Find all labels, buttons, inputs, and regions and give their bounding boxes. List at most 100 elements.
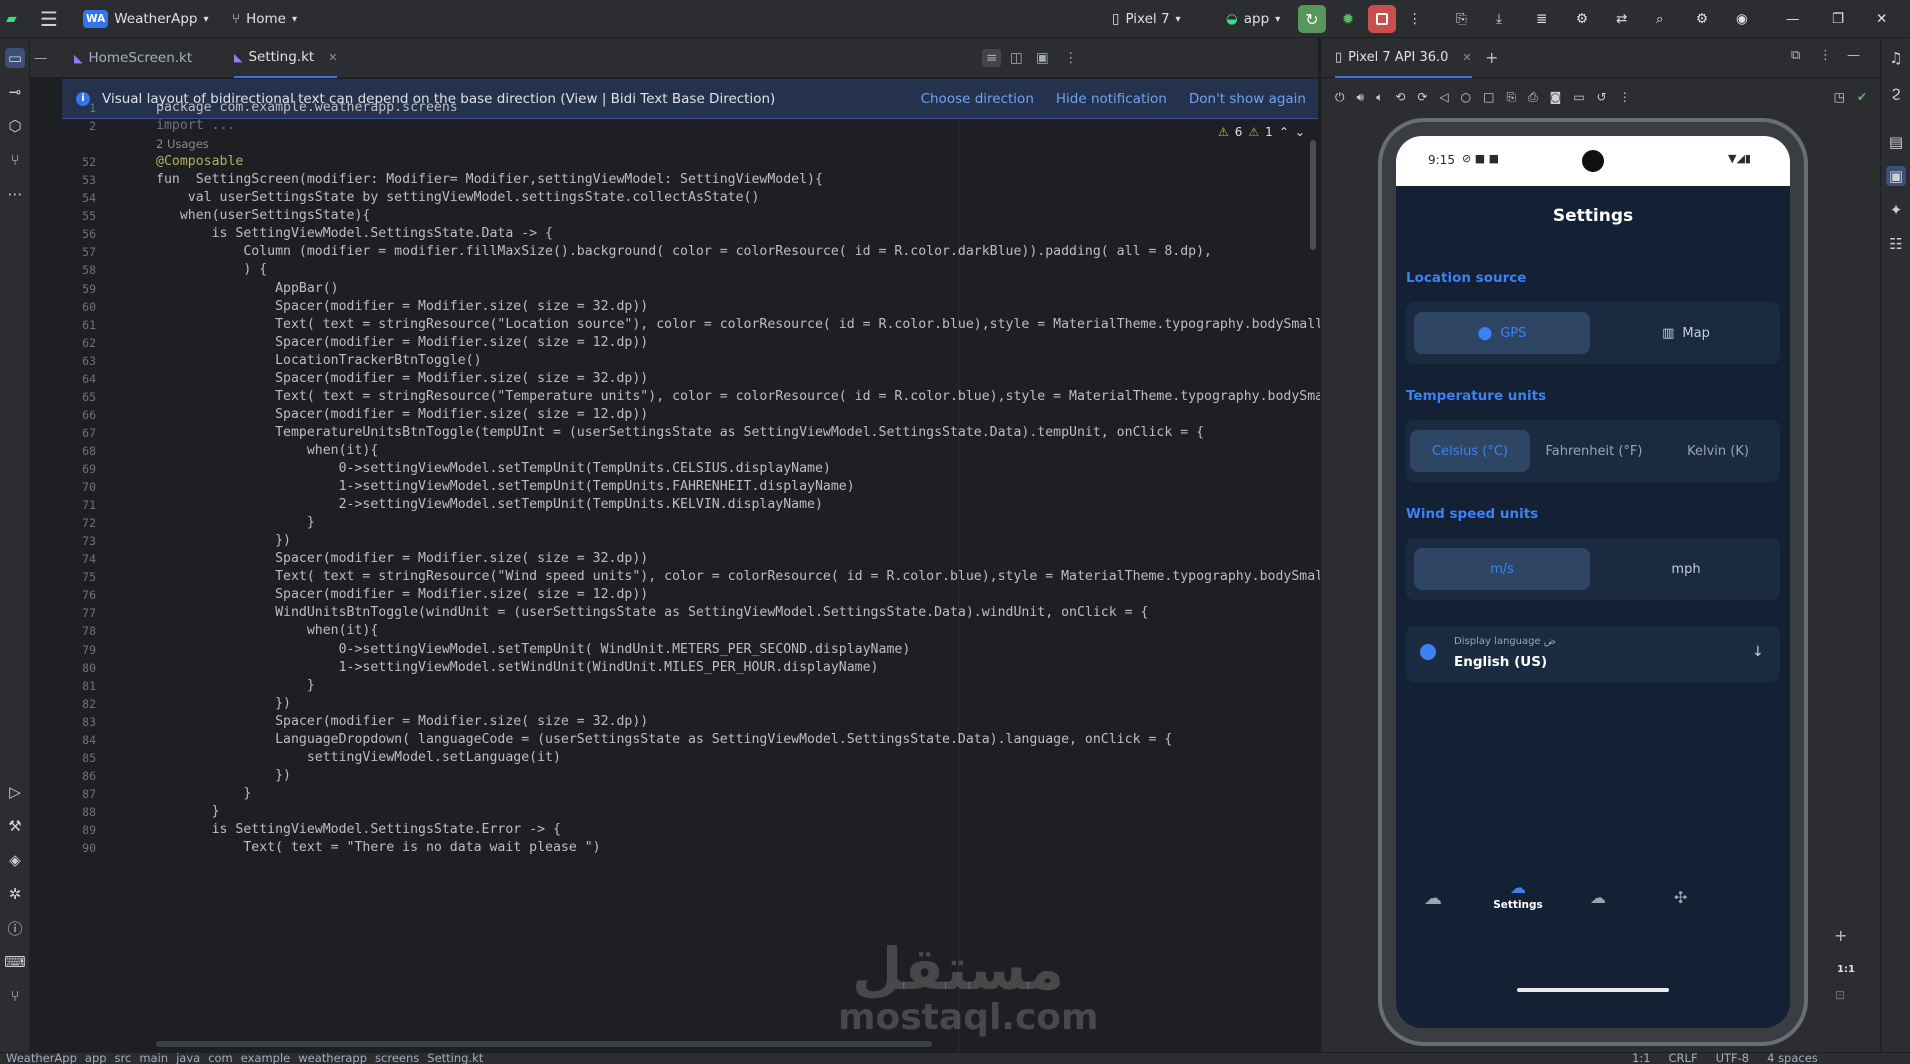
volume-up-icon[interactable]: 🔊︎ xyxy=(1357,90,1365,105)
code-line[interactable]: Column (modifier = modifier.fillMaxSize(… xyxy=(156,244,1212,259)
code-line[interactable]: AppBar() xyxy=(156,281,339,296)
file-encoding[interactable]: UTF-8 xyxy=(1716,1053,1750,1064)
code-line[interactable]: Spacer(modifier = Modifier.size( size = … xyxy=(156,714,648,729)
map-option[interactable]: ▥ Map xyxy=(1598,312,1774,354)
more-actions-button[interactable]: ⋮ xyxy=(1408,0,1422,38)
device-explorer-button[interactable]: ▤ xyxy=(1886,132,1906,152)
usages-hint[interactable]: 2 Usages xyxy=(156,137,209,151)
account-button[interactable]: ◉ xyxy=(1736,0,1748,38)
project-tool-button[interactable]: ▭ xyxy=(5,48,25,68)
nav-wind-icon[interactable]: ☁ xyxy=(1590,888,1606,907)
breadcrumb-item[interactable]: src xyxy=(115,1053,132,1064)
celsius-option[interactable]: Celsius (°C) xyxy=(1410,430,1530,472)
minimize-button[interactable]: — xyxy=(1786,0,1800,38)
tab-homescreen[interactable]: ◣ HomeScreen.kt xyxy=(74,38,192,78)
breadcrumb-item[interactable]: Setting.kt xyxy=(427,1053,483,1064)
line-separator[interactable]: CRLF xyxy=(1669,1053,1698,1064)
run-config-selector[interactable]: ◒ app ▾ xyxy=(1226,0,1280,38)
zoom-fit-button[interactable]: ⊡ xyxy=(1835,988,1845,1002)
breadcrumb-item[interactable]: app xyxy=(85,1053,107,1064)
problems-tool-button[interactable]: ⓘ xyxy=(5,918,25,938)
kelvin-option[interactable]: Kelvin (K) xyxy=(1658,430,1778,472)
code-line[interactable]: WindUnitsBtnToggle(windUnit = (userSetti… xyxy=(156,605,1148,620)
project-switcher[interactable]: WA WeatherApp ▾ xyxy=(83,0,209,38)
chevron-down-icon[interactable]: ⌄ xyxy=(1295,125,1305,139)
code-line[interactable]: Spacer(modifier = Modifier.size( size = … xyxy=(156,587,648,602)
code-line[interactable]: package com.example.weatherapp.screens xyxy=(156,100,458,115)
code-line[interactable]: Text( text = stringResource("Temperature… xyxy=(156,389,1331,404)
indent-setting[interactable]: 4 spaces xyxy=(1767,1053,1818,1064)
code-line[interactable]: when(it){ xyxy=(156,443,378,458)
home-icon[interactable]: ○ xyxy=(1461,90,1471,104)
code-line[interactable]: 0->settingViewModel.setTempUnit( WindUni… xyxy=(156,642,911,657)
design-view-button[interactable]: ▣ xyxy=(1036,38,1049,78)
choose-direction-link[interactable]: Choose direction xyxy=(921,91,1034,107)
reset-icon[interactable]: ↺ xyxy=(1597,90,1607,104)
breadcrumb-item[interactable]: main xyxy=(139,1053,168,1064)
rerun-button[interactable]: ↻ xyxy=(1298,5,1326,33)
more-vertical-icon[interactable]: ⋮ xyxy=(1619,90,1631,104)
gps-option[interactable]: ⬤ GPS xyxy=(1414,312,1590,354)
code-line[interactable]: Text( text = stringResource("Location so… xyxy=(156,317,1331,332)
record-icon[interactable]: ▭ xyxy=(1573,90,1584,104)
structure-button[interactable]: ☷ xyxy=(1886,234,1906,254)
nav-settings[interactable]: ☁ Settings xyxy=(1488,878,1548,912)
settings-button[interactable]: ⚙ xyxy=(1696,0,1708,38)
breadcrumb-item[interactable]: com xyxy=(208,1053,233,1064)
mirror-icon[interactable]: ⎙ xyxy=(1528,90,1538,105)
code-line[interactable]: LocationTrackerBtnToggle() xyxy=(156,353,481,368)
horizontal-scrollbar[interactable] xyxy=(156,1041,932,1047)
logcat-tool-button[interactable]: ✲ xyxy=(5,884,25,904)
more-tools-button[interactable]: ⋯ xyxy=(5,184,25,204)
version-control-button[interactable]: ⑂ xyxy=(5,986,25,1006)
notifications-button[interactable]: ♫ xyxy=(1886,48,1906,68)
main-menu-button[interactable]: ☰ xyxy=(40,0,58,38)
close-window-button[interactable]: ✕ xyxy=(1876,0,1887,38)
code-line[interactable]: Spacer(modifier = Modifier.size( size = … xyxy=(156,407,648,422)
rotate-left-icon[interactable]: ⟲ xyxy=(1395,90,1405,104)
rotate-right-icon[interactable]: ⟳ xyxy=(1417,90,1427,104)
device-screen[interactable]: 9:15 ⊘ ■ ■ ▼◢▮ Settings Location source … xyxy=(1396,136,1790,1028)
code-line[interactable]: 1->settingViewModel.setTempUnit(TempUnit… xyxy=(156,479,855,494)
app-quality-button[interactable]: ◈ xyxy=(5,850,25,870)
code-line[interactable]: when(userSettingsState){ xyxy=(156,208,371,223)
tab-setting[interactable]: ◣ Setting.kt ✕ xyxy=(234,38,338,78)
code-line[interactable]: 2->settingViewModel.setTempUnit(TempUnit… xyxy=(156,497,823,512)
power-icon[interactable]: ⏻ xyxy=(1335,90,1345,105)
pull-requests-button[interactable]: ⑂ xyxy=(5,150,25,170)
code-line[interactable]: Text( text = stringResource("Wind speed … xyxy=(156,569,1331,584)
chevron-up-icon[interactable]: ⌃ xyxy=(1279,125,1289,139)
layout-inspector-icon[interactable]: ◳ xyxy=(1834,90,1845,104)
code-line[interactable]: 0->settingViewModel.setTempUnit(TempUnit… xyxy=(156,461,831,476)
code-line[interactable]: @Composable xyxy=(156,154,243,169)
sdk-manager-button[interactable]: ⤓ xyxy=(1496,0,1502,38)
sync-button[interactable]: ⇄ xyxy=(1616,0,1627,38)
code-line[interactable]: val userSettingsState by settingViewMode… xyxy=(156,190,760,205)
code-line[interactable]: Spacer(modifier = Modifier.size( size = … xyxy=(156,551,648,566)
gradle-sync-button[interactable]: ⚙ xyxy=(1576,0,1588,38)
code-view-button[interactable]: ≡ xyxy=(982,38,1002,78)
zoom-actual-size-button[interactable]: 1:1 xyxy=(1837,964,1855,975)
code-line[interactable]: settingViewModel.setLanguage(it) xyxy=(156,750,561,765)
add-device-button[interactable]: + xyxy=(1485,48,1498,67)
code-line[interactable]: }) xyxy=(156,696,291,711)
back-icon[interactable]: ◁ xyxy=(1439,90,1448,104)
code-line[interactable]: is SettingViewModel.SettingsState.Error … xyxy=(156,822,561,837)
code-editor[interactable] xyxy=(62,120,1318,1052)
cursor-position[interactable]: 1:1 xyxy=(1632,1053,1651,1064)
fahrenheit-option[interactable]: Fahrenheit (°F) xyxy=(1534,430,1654,472)
device-manager-button[interactable]: ⎘ xyxy=(1456,0,1467,38)
code-line[interactable]: } xyxy=(156,515,315,530)
debug-button[interactable]: ✹ xyxy=(1334,5,1362,33)
run-tool-button[interactable]: ▷ xyxy=(5,782,25,802)
code-line[interactable]: when(it){ xyxy=(156,623,378,638)
breadcrumb-item[interactable]: WeatherApp xyxy=(6,1053,77,1064)
tab-more-button[interactable]: ⋮ xyxy=(1064,38,1078,78)
code-line[interactable]: Spacer(modifier = Modifier.size( size = … xyxy=(156,299,648,314)
code-line[interactable]: ) { xyxy=(156,262,267,277)
hide-panel-button[interactable]: — xyxy=(1847,48,1860,63)
inspection-widget[interactable]: ⚠ 6 ⚠ 1 ⌃ ⌄ xyxy=(1218,125,1305,139)
zoom-in-button[interactable]: + xyxy=(1834,926,1847,945)
breadcrumb-item[interactable]: screens xyxy=(375,1053,419,1064)
hide-notification-link[interactable]: Hide notification xyxy=(1056,91,1167,107)
